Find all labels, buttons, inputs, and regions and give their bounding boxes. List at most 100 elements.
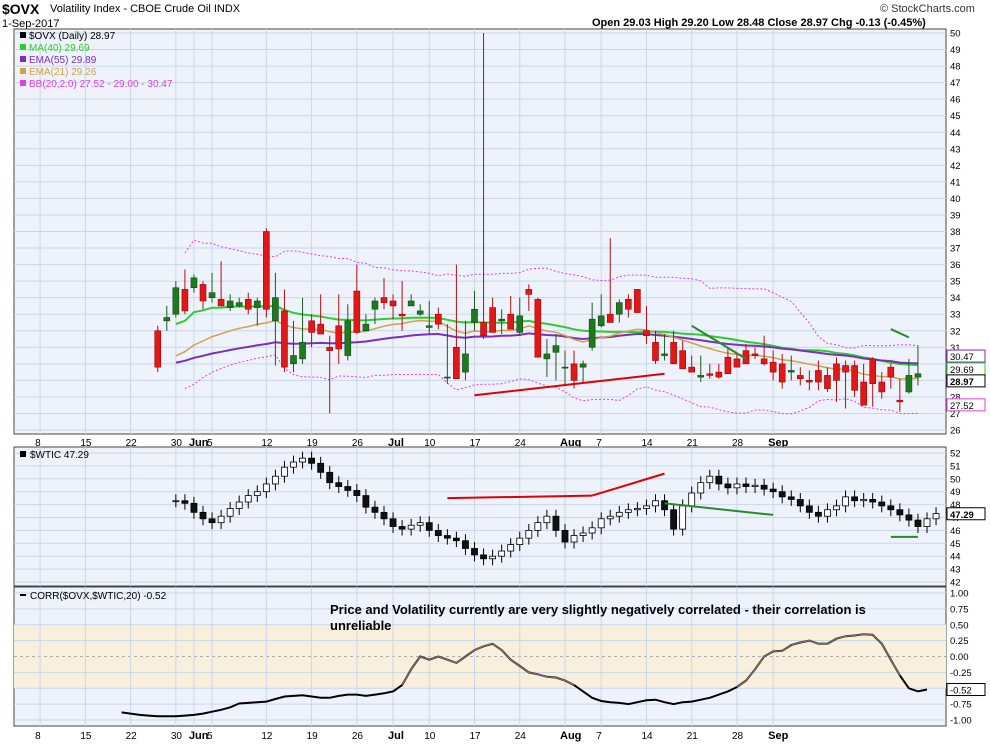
ovx-candle <box>208 292 216 298</box>
ovx-candle <box>244 299 252 310</box>
corr-x-tick-label: 19 <box>307 731 319 742</box>
wtic-candle <box>326 471 334 484</box>
ovx-candle <box>498 318 505 322</box>
ovx-candle <box>398 313 406 317</box>
ovx-legend-label: $OVX (Daily) 28.97 <box>29 31 116 42</box>
ovx-candle <box>769 361 777 373</box>
wtic-candle <box>887 505 895 511</box>
ovx-candle <box>579 363 587 368</box>
ovx-y-tick-label: 47 <box>950 78 961 89</box>
ovx-candle <box>914 373 922 378</box>
wtic-candle <box>787 496 795 500</box>
wtic-candle <box>244 495 252 503</box>
ovx-candle <box>217 299 225 307</box>
ovx-candle <box>733 358 741 368</box>
corr-x-tick-label: 17 <box>470 731 482 742</box>
wtic-candle <box>688 492 696 507</box>
wtic-candle <box>452 537 460 542</box>
wtic-candle <box>353 490 361 496</box>
ovx-candle <box>480 322 487 337</box>
wtic-candle <box>208 518 216 524</box>
wtic-candle <box>389 518 397 527</box>
ovx-last-value-label: 29.69 <box>950 365 974 376</box>
wtic-candle <box>552 515 560 531</box>
wtic-candle <box>932 513 940 520</box>
ovx-legend-label: EMA(55) 29.89 <box>29 55 97 66</box>
wtic-candle <box>923 518 931 527</box>
ovx-candle <box>163 317 171 322</box>
wtic-candle <box>769 488 777 493</box>
corr-legend-label: CORR($OVX,$WTIC,20) -0.52 <box>30 591 167 602</box>
ovx-legend-label: BB(20,2.0) 27.52 - 29.00 - 30.47 <box>29 79 173 90</box>
ovx-candle <box>552 345 560 353</box>
ovx-candle <box>353 290 361 333</box>
corr-x-tick-label: 5 <box>207 731 213 742</box>
ovx-y-tick-label: 26 <box>950 426 961 437</box>
ovx-legend-label: EMA(21) 29.26 <box>29 67 97 78</box>
ovx-candle <box>543 353 551 360</box>
wtic-candle <box>443 535 451 539</box>
wtic-candle <box>643 505 650 509</box>
wtic-candle <box>217 515 225 524</box>
ovx-candle <box>226 300 234 308</box>
corr-x-tick-label: Sep <box>768 730 788 742</box>
corr-x-tick-label: Jun <box>189 730 209 742</box>
ovx-candle <box>778 363 786 383</box>
ovx-candle <box>190 277 198 289</box>
wtic-candle <box>751 484 759 487</box>
ovx-y-tick-label: 43 <box>950 144 961 155</box>
ovx-candle <box>869 358 877 384</box>
corr-y-tick-label: 0.50 <box>950 620 969 631</box>
ovx-candle <box>525 289 533 295</box>
corr-y-tick-label: 0.25 <box>950 636 969 647</box>
wtic-y-tick-label: 43 <box>950 565 961 576</box>
ovx-y-tick-label: 46 <box>950 95 961 106</box>
ovx-y-tick-label: 38 <box>950 227 961 238</box>
wtic-candle <box>697 482 705 494</box>
ovx-candle <box>489 307 496 333</box>
ovx-candle <box>434 313 442 325</box>
wtic-candle <box>290 461 297 468</box>
wtic-candle <box>905 514 913 521</box>
ovx-candle <box>462 353 469 373</box>
ovx-candle <box>652 342 659 361</box>
wtic-candle <box>833 505 840 511</box>
wtic-candle <box>842 496 849 507</box>
ovx-candle <box>317 323 324 335</box>
wtic-candle <box>824 509 831 517</box>
wtic-candle <box>398 526 406 530</box>
ovx-candle <box>851 365 858 391</box>
ovx-candle <box>172 287 180 315</box>
ovx-candle <box>806 380 813 383</box>
ovx-candle <box>724 356 732 375</box>
ovx-candle <box>471 308 478 323</box>
wtic-candle <box>670 509 677 530</box>
wtic-candle <box>661 500 668 511</box>
wtic-candle <box>498 550 506 557</box>
wtic-candle <box>615 511 623 517</box>
wtic-candle <box>570 535 578 543</box>
wtic-candle <box>253 491 261 496</box>
ovx-y-tick-label: 32 <box>950 326 961 337</box>
wtic-y-tick-label: 46 <box>950 526 961 537</box>
wtic-candle <box>172 500 180 503</box>
wtic-y-tick-label: 49 <box>950 487 961 498</box>
wtic-candle <box>516 537 524 545</box>
wtic-y-tick-label: 44 <box>950 552 961 563</box>
ovx-candle <box>842 365 849 373</box>
ovx-candle <box>751 353 759 356</box>
wtic-candle <box>507 544 515 552</box>
wtic-candle <box>778 491 786 498</box>
ovx-candle <box>760 358 768 365</box>
ovx-legend-label: MA(40) 29.69 <box>29 43 90 54</box>
wtic-candle <box>299 457 306 463</box>
ovx-y-tick-label: 33 <box>950 310 961 321</box>
wtic-candle <box>525 530 533 539</box>
wtic-candle <box>561 530 569 543</box>
ovx-y-tick-label: 36 <box>950 260 961 271</box>
wtic-candle <box>742 483 750 487</box>
ovx-y-tick-label: 40 <box>950 194 961 205</box>
wtic-y-tick-label: 52 <box>950 449 961 460</box>
wtic-candle <box>190 502 198 513</box>
ovx-candle <box>606 313 614 323</box>
